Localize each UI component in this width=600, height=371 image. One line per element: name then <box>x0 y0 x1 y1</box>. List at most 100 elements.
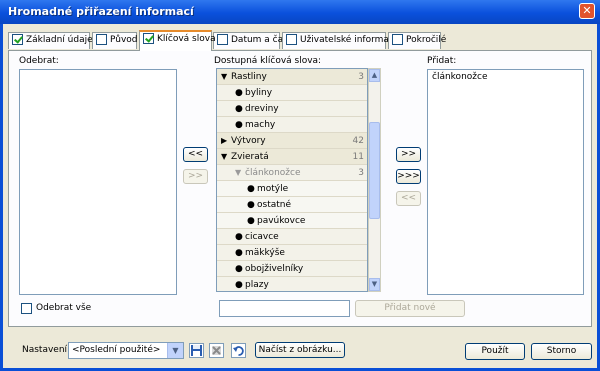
tree-item-count: 3 <box>358 168 364 178</box>
tree-item-label: mäkkýše <box>245 248 285 258</box>
tree-item-label: Zvieratá <box>231 152 269 162</box>
tree-item-label: článkonožce <box>245 168 301 178</box>
tab-keywords[interactable]: Klíčová slova <box>139 30 216 51</box>
bullet-icon: ● <box>235 248 243 258</box>
tree-item-count: 42 <box>352 136 364 146</box>
remove-label: Odebrat: <box>19 56 59 66</box>
remove-all-label: Odebrat vše <box>36 303 92 313</box>
tree-item-label: ostatné <box>257 200 292 210</box>
scroll-up-icon[interactable]: ▲ <box>369 69 380 82</box>
tree-item-label: obojživelníky <box>245 264 304 274</box>
bullet-icon: ● <box>235 280 243 290</box>
window-title: Hromadné přiřazení informací <box>8 5 194 18</box>
tab-advanced-checkbox[interactable] <box>392 34 403 45</box>
dialog-window: Hromadné přiřazení informací ✕ Základní … <box>0 0 600 371</box>
tree-item-vytvory[interactable]: ▶ Výtvory 42 <box>217 133 367 149</box>
dialog-client: Základní údaje Původ Klíčová slova Datum… <box>3 24 597 368</box>
bullet-icon: ● <box>247 184 255 194</box>
expand-arrow-icon[interactable]: ▼ <box>221 149 227 165</box>
tab-origin[interactable]: Původ <box>92 32 138 49</box>
add-all-keywords-button[interactable]: >>> <box>396 169 421 184</box>
tree-item-obojzivelniky[interactable]: ● obojživelníky <box>217 261 367 277</box>
tab-basic-info-checkbox[interactable] <box>12 34 23 45</box>
tree-item-cicavce[interactable]: ● cicavce <box>217 229 367 245</box>
tab-user-info-checkbox[interactable] <box>286 34 297 45</box>
tab-basic-info-label: Základní údaje <box>26 34 93 45</box>
tree-item-ostatne[interactable]: ● ostatné <box>217 197 367 213</box>
tree-item-label: dreviny <box>245 104 279 114</box>
tree-item-makkyse[interactable]: ● mäkkýše <box>217 245 367 261</box>
tree-item-machy[interactable]: ● machy <box>217 117 367 133</box>
add-to-available-button[interactable]: >> <box>183 169 208 184</box>
title-bar[interactable]: Hromadné přiřazení informací ✕ <box>0 0 600 24</box>
tree-item-plazy[interactable]: ● plazy <box>217 277 367 291</box>
tree-item-label: Výtvory <box>231 136 266 146</box>
tree-item-label: motýle <box>257 184 289 194</box>
tree-item-pavukovce[interactable]: ● pavúkovce <box>217 213 367 229</box>
tree-item-clankonozce[interactable]: ▼ článkonožce 3 <box>217 165 367 181</box>
close-button[interactable]: ✕ <box>579 3 595 19</box>
cancel-button[interactable]: Storno <box>531 343 592 360</box>
tree-item-byliny[interactable]: ● byliny <box>217 85 367 101</box>
tab-user-info[interactable]: Uživatelské informace <box>282 32 399 49</box>
undo-icon[interactable] <box>231 343 246 358</box>
tree-item-label: machy <box>245 120 276 130</box>
scroll-thumb[interactable] <box>369 122 380 219</box>
tab-keywords-label: Klíčová slova <box>157 33 216 44</box>
tab-date-time-checkbox[interactable] <box>217 34 228 45</box>
apply-button[interactable]: Použít <box>465 343 525 360</box>
tab-advanced-label: Pokročilé <box>406 34 447 45</box>
tree-item-dreviny[interactable]: ● dreviny <box>217 101 367 117</box>
tree-item-label: Rastliny <box>231 72 267 82</box>
available-keywords-tree[interactable]: ▼ Rastliny 3 ● byliny ● dreviny ● machy ▶ Výtv… <box>216 68 368 292</box>
tree-item-motyle[interactable]: ● motýle <box>217 181 367 197</box>
tree-item-count: 3 <box>358 72 364 82</box>
tree-item-label: pavúkovce <box>257 216 306 226</box>
tree-scrollbar[interactable]: ▲ ▼ <box>368 68 381 292</box>
tree-item-rastliny[interactable]: ▼ Rastliny 3 <box>217 69 367 85</box>
remove-selected-button[interactable]: << <box>183 147 208 162</box>
tab-origin-checkbox[interactable] <box>96 34 107 45</box>
tree-item-zvierata[interactable]: ▼ Zvieratá 11 <box>217 149 367 165</box>
expand-arrow-icon[interactable]: ▼ <box>221 69 227 85</box>
bullet-icon: ● <box>235 120 243 130</box>
settings-select-value: <Poslední použité> <box>72 345 161 355</box>
save-icon[interactable] <box>189 343 204 358</box>
bullet-icon: ● <box>235 88 243 98</box>
collapse-arrow-icon[interactable]: ▶ <box>221 133 227 149</box>
close-icon: ✕ <box>582 4 592 17</box>
tree-item-label: plazy <box>245 280 269 290</box>
remove-added-keyword-button[interactable]: << <box>396 191 421 206</box>
bullet-icon: ● <box>247 200 255 210</box>
tab-keywords-checkbox[interactable] <box>143 33 154 44</box>
tab-date-time-label: Datum a čas <box>231 34 288 45</box>
tab-user-info-label: Uživatelské informace <box>300 34 400 45</box>
available-keywords-label: Dostupná klíčová slova: <box>214 56 322 66</box>
add-list-item[interactable]: článkonožce <box>432 72 488 82</box>
add-keyword-button[interactable]: >> <box>396 147 421 162</box>
settings-label: Nastavení: <box>22 345 71 355</box>
tree-item-label: cicavce <box>245 232 279 242</box>
add-listbox[interactable]: článkonožce <box>427 69 584 295</box>
tree-item-count: 11 <box>352 152 364 162</box>
bullet-icon: ● <box>235 104 243 114</box>
settings-select[interactable]: <Poslední použité> ▼ <box>68 342 184 359</box>
chevron-down-icon[interactable]: ▼ <box>167 343 183 358</box>
add-new-keyword-button[interactable]: Přidat nové <box>355 300 465 317</box>
expand-arrow-icon[interactable]: ▼ <box>235 165 241 181</box>
bullet-icon: ● <box>247 216 255 226</box>
tab-basic-info[interactable]: Základní údaje <box>8 32 93 49</box>
scroll-down-icon[interactable]: ▼ <box>369 278 380 291</box>
new-keyword-input[interactable] <box>219 300 350 317</box>
remove-all-checkbox[interactable] <box>21 303 32 314</box>
tree-item-label: byliny <box>245 88 273 98</box>
delete-icon[interactable] <box>209 343 224 358</box>
load-from-image-button[interactable]: Načíst z obrázku... <box>255 342 345 358</box>
tab-date-time[interactable]: Datum a čas <box>213 32 288 49</box>
tab-origin-label: Původ <box>110 34 138 45</box>
bullet-icon: ● <box>235 264 243 274</box>
tab-advanced[interactable]: Pokročilé <box>388 32 446 49</box>
add-label: Přidat: <box>427 56 457 66</box>
bullet-icon: ● <box>235 232 243 242</box>
remove-listbox[interactable] <box>19 69 177 295</box>
